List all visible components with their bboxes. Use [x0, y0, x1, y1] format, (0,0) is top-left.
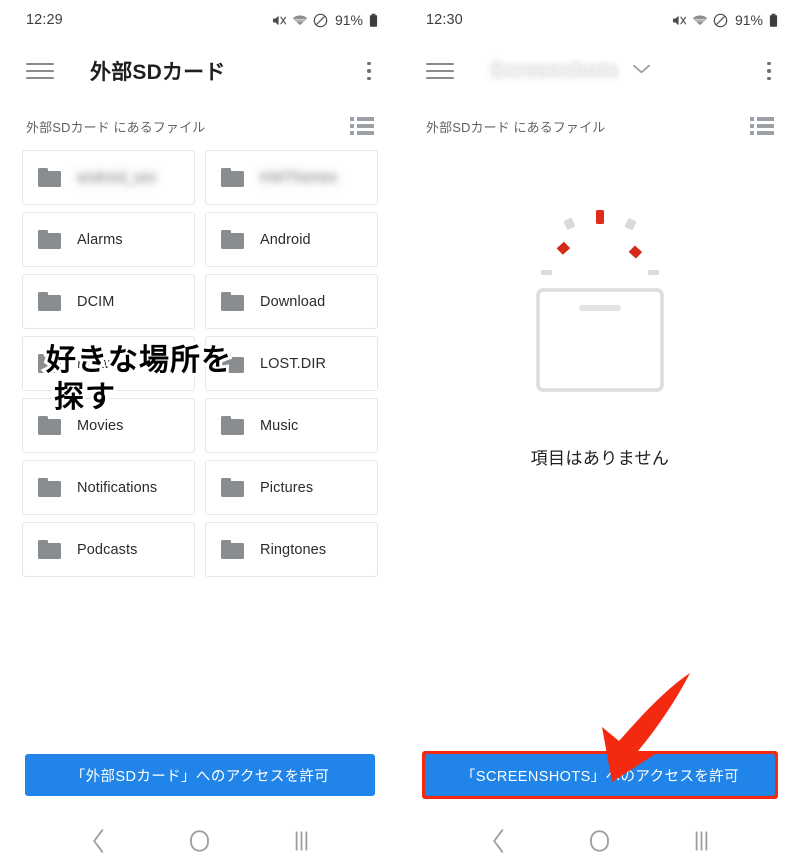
battery-icon — [769, 13, 778, 27]
folder-cell[interactable]: Music — [205, 398, 378, 453]
recents-bars-icon[interactable] — [679, 819, 723, 863]
folder-label: Podcasts — [77, 541, 138, 558]
subtitle-row: 外部SDカード にあるファイル — [400, 102, 800, 150]
files-location-label: 外部SDカード にあるファイル — [26, 119, 206, 135]
folder-label: Movies — [77, 417, 124, 434]
status-bar: 12:29 91% — [0, 0, 400, 40]
folder-cell[interactable]: android_sec — [22, 150, 195, 205]
folder-cell[interactable]: Alarms — [22, 212, 195, 267]
permission-button-area: 「外部SDカード」へのアクセスを許可 — [0, 751, 400, 799]
folder-icon — [221, 354, 244, 373]
kebab-menu-icon[interactable] — [758, 58, 780, 84]
battery-percent: 91% — [334, 12, 363, 28]
folder-icon — [38, 292, 61, 311]
folder-label: Download — [260, 293, 326, 310]
home-circle-icon[interactable] — [578, 819, 622, 863]
left-phone-screen: 12:29 91% 外部SDカード 外部SDカード にあるファイル androi… — [0, 0, 400, 867]
folder-cell[interactable]: HWThemes — [205, 150, 378, 205]
folder-icon — [221, 168, 244, 187]
folder-label: Music — [260, 417, 299, 434]
folder-label: Notifications — [77, 479, 158, 496]
grant-access-button[interactable]: 「外部SDカード」へのアクセスを許可 — [25, 754, 375, 796]
folder-cell[interactable]: Ringtones — [205, 522, 378, 577]
button-highlight-box: 「外部SDカード」へのアクセスを許可 — [22, 751, 378, 799]
folder-label: Ringtones — [260, 541, 327, 558]
status-bar: 12:30 91% — [400, 0, 800, 40]
battery-percent: 91% — [734, 12, 763, 28]
folder-cell[interactable]: LOST.DIR — [205, 336, 378, 391]
page-title: Screenshots — [490, 59, 619, 82]
folder-label: Android — [260, 231, 311, 248]
list-view-icon[interactable] — [350, 117, 374, 135]
folder-label: Huawei — [77, 355, 126, 372]
folder-label: LOST.DIR — [260, 355, 327, 372]
folder-icon — [221, 478, 244, 497]
folder-cell[interactable]: Huawei — [22, 336, 195, 391]
subtitle-row: 外部SDカード にあるファイル — [0, 102, 400, 150]
folder-icon — [38, 168, 61, 187]
folder-label: HWThemes — [260, 169, 338, 186]
hamburger-icon[interactable] — [26, 60, 54, 82]
empty-state-message: 項目はありません — [530, 449, 670, 468]
app-bar: 外部SDカード — [0, 40, 400, 102]
chevron-down-icon[interactable] — [632, 62, 651, 80]
home-circle-icon[interactable] — [178, 819, 222, 863]
android-nav-bar — [400, 815, 800, 867]
do-not-disturb-icon — [713, 13, 728, 27]
folder-label: DCIM — [77, 293, 115, 310]
wifi-icon — [692, 14, 708, 25]
folder-cell[interactable]: DCIM — [22, 274, 195, 329]
status-bar-icons: 91% — [272, 12, 378, 28]
folder-icon — [38, 230, 61, 249]
folder-cell[interactable]: Pictures — [205, 460, 378, 515]
status-bar-clock: 12:29 — [26, 12, 63, 28]
wifi-icon — [292, 14, 308, 25]
mute-icon — [672, 15, 687, 25]
folder-icon — [38, 540, 61, 559]
hamburger-icon[interactable] — [426, 60, 454, 82]
folder-label: Alarms — [77, 231, 123, 248]
dual-screenshot-container: 12:29 91% 外部SDカード 外部SDカード にあるファイル androi… — [0, 0, 800, 867]
page-title: 外部SDカード — [90, 61, 226, 84]
folder-icon — [38, 478, 61, 497]
folder-cell[interactable]: Notifications — [22, 460, 195, 515]
folder-icon — [221, 540, 244, 559]
battery-icon — [369, 13, 378, 27]
folder-icon — [221, 292, 244, 311]
folder-cell[interactable]: Download — [205, 274, 378, 329]
folder-icon — [38, 416, 61, 435]
folder-label: Pictures — [260, 479, 314, 496]
grant-access-button[interactable]: 「SCREENSHOTS」へのアクセスを許可 — [425, 754, 775, 796]
status-bar-icons: 91% — [672, 12, 778, 28]
recents-bars-icon[interactable] — [279, 819, 323, 863]
folder-cell[interactable]: Podcasts — [22, 522, 195, 577]
files-location-label: 外部SDカード にあるファイル — [426, 119, 606, 135]
folder-cell[interactable]: Android — [205, 212, 378, 267]
folder-cell[interactable]: Movies — [22, 398, 195, 453]
folder-icon — [38, 354, 61, 373]
folder-grid: android_sec HWThemes Alarms Android DCIM Down… — [0, 150, 400, 577]
folder-icon — [221, 416, 244, 435]
back-chevron-icon[interactable] — [477, 819, 521, 863]
right-phone-screen: 12:30 91% Screenshots 外部SDカード にあるファイル 項目… — [400, 0, 800, 867]
mute-icon — [272, 15, 287, 25]
folder-icon — [221, 230, 244, 249]
do-not-disturb-icon — [313, 13, 328, 27]
kebab-menu-icon[interactable] — [358, 58, 380, 84]
permission-button-area: 「SCREENSHOTS」へのアクセスを許可 — [400, 751, 800, 799]
button-highlight-box: 「SCREENSHOTS」へのアクセスを許可 — [422, 751, 778, 799]
folder-label: android_sec — [77, 169, 158, 186]
status-bar-clock: 12:30 — [426, 12, 463, 28]
android-nav-bar — [0, 815, 400, 867]
empty-box-icon — [536, 210, 664, 392]
app-bar: Screenshots — [400, 40, 800, 102]
back-chevron-icon[interactable] — [77, 819, 121, 863]
list-view-icon[interactable] — [750, 117, 774, 135]
